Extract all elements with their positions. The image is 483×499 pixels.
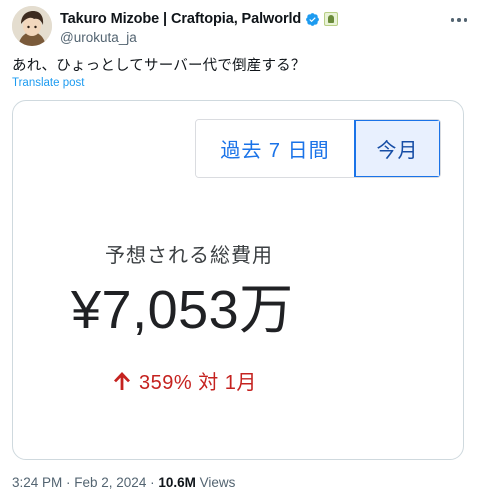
tweet-timestamp[interactable]: 3:24 PM · Feb 2, 2024 · [12,475,158,490]
avatar-illustration [12,6,52,46]
affiliate-badge-icon[interactable] [324,12,339,26]
author-name-row: Takuro Mizobe | Craftopia, Palworld [60,10,443,28]
views-count[interactable]: 10.6M [158,475,196,490]
verified-badge-icon[interactable] [305,12,320,27]
more-options-icon [450,18,455,22]
more-options-button[interactable] [447,10,471,30]
cost-change-indicator: 359% 対 1月 [113,366,257,395]
estimated-total-cost-label: 予想される総費用 [105,245,273,267]
arrow-up-icon [114,371,130,390]
tweet-meta: 3:24 PM · Feb 2, 2024 · 10.6M Views [12,475,235,490]
author-handle[interactable]: @urokuta_ja [60,30,443,46]
tweet-text: あれ、ひょっとしてサーバー代で倒産する？ [12,58,306,74]
tab-this-month[interactable]: 今月 [354,120,440,177]
author-display-name[interactable]: Takuro Mizobe | Craftopia, Palworld [60,11,301,27]
views-label: Views [195,475,236,490]
date-range-toggle: 過去 7 日間 今月 [195,119,441,178]
tweet-media-image[interactable]: 過去 7 日間 今月 予想される総費用 ¥7,053万 359% 対 1月 [12,100,464,460]
tweet-author: Takuro Mizobe | Craftopia, Palworld @uro… [60,10,443,46]
tab-last-7-days[interactable]: 過去 7 日間 [196,120,354,177]
avatar[interactable] [12,6,52,46]
estimated-total-cost-value: ¥7,053万 [71,280,294,340]
translate-post-link[interactable]: Translate post [12,77,84,89]
cost-change-text: 359% 対 1月 [139,372,257,394]
